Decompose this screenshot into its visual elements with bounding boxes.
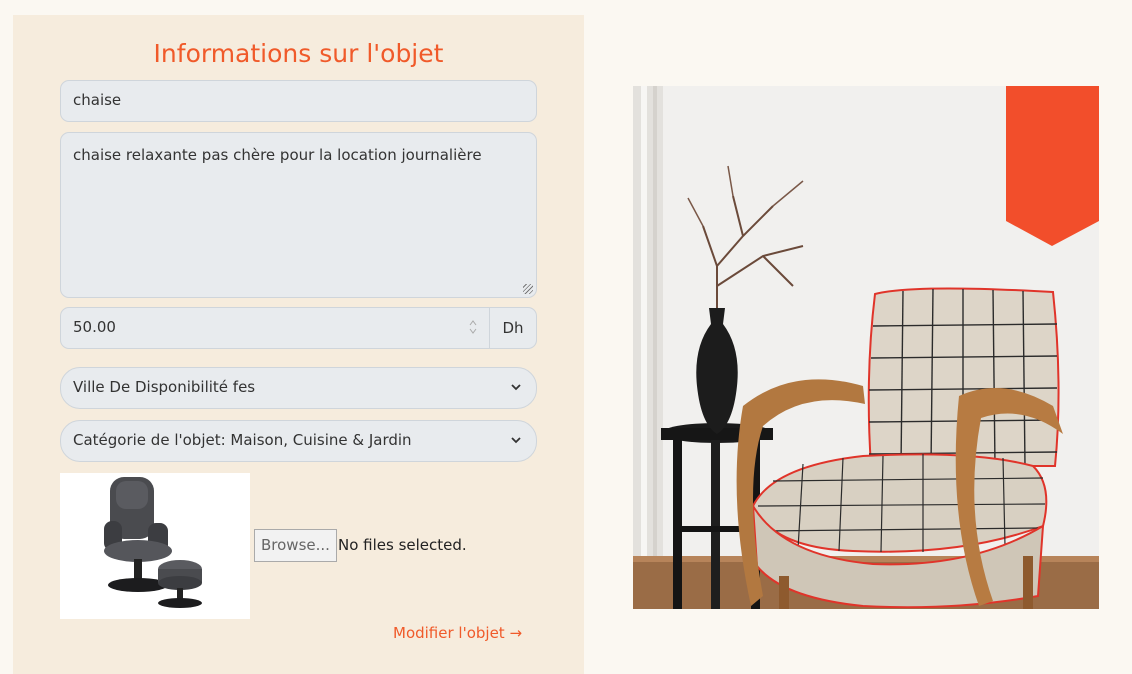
price-value: 50.00 [73,318,116,336]
category-select[interactable]: Catégorie de l'objet: Maison, Cuisine & … [60,420,537,462]
item-description-value: chaise relaxante pas chère pour la locat… [73,146,482,164]
item-name-value: chaise [73,91,122,109]
category-select-value: Catégorie de l'objet: Maison, Cuisine & … [73,431,412,449]
armchair-photo [633,86,1099,609]
price-input-group: 50.00 Dh [60,307,537,349]
city-select[interactable]: Ville De Disponibilité fes [60,367,537,409]
price-input[interactable]: 50.00 [60,307,490,349]
item-name-input[interactable]: chaise [60,80,537,122]
form-title: Informations sur l'objet [153,39,444,68]
item-thumbnail-image [60,473,250,619]
resize-grip-icon[interactable] [523,284,533,294]
file-status-text: No files selected. [338,536,467,554]
item-description-textarea[interactable]: chaise relaxante pas chère pour la locat… [60,132,537,298]
browse-button[interactable]: Browse... [254,529,337,562]
chevron-down-icon [511,384,521,391]
price-unit-label: Dh [489,307,537,349]
city-select-value: Ville De Disponibilité fes [73,378,256,396]
item-form-panel: Informations sur l'objet chaise chaise r… [13,15,584,674]
spinner-arrows-icon[interactable] [469,317,477,340]
chevron-down-icon [511,437,521,444]
modify-item-link[interactable]: Modifier l'objet → [393,624,522,642]
